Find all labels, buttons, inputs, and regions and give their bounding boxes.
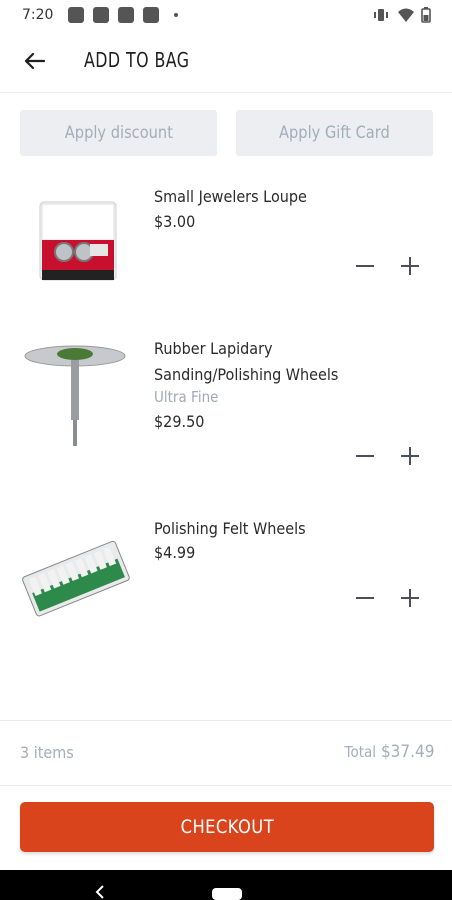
product-name: Polishing Felt Wheels <box>154 519 306 538</box>
total-value: $37.49 <box>380 742 434 762</box>
nav-back-icon[interactable] <box>94 884 106 900</box>
apply-discount-button[interactable]: Apply discount <box>20 110 217 156</box>
apply-gift-card-button[interactable]: Apply Gift Card <box>236 110 433 156</box>
more-notifications-icon <box>174 13 178 17</box>
minus-icon <box>356 265 374 267</box>
increase-quantity-button[interactable] <box>397 585 423 611</box>
vibrate-icon <box>374 9 388 21</box>
battery-icon <box>421 7 431 23</box>
plus-icon <box>401 257 419 275</box>
product-image <box>24 345 126 446</box>
decrease-quantity-button[interactable] <box>352 443 378 469</box>
increase-quantity-button[interactable] <box>397 253 423 279</box>
minus-icon <box>356 597 374 599</box>
nav-home-button[interactable] <box>212 888 242 900</box>
back-button[interactable] <box>14 44 54 78</box>
product-image <box>22 540 130 617</box>
notification-icon <box>143 7 159 23</box>
order-summary: 3 items Total $37.49 <box>0 720 452 786</box>
product-price: $4.99 <box>154 543 196 562</box>
decrease-quantity-button[interactable] <box>352 585 378 611</box>
product-price: $3.00 <box>154 212 196 231</box>
apply-discount-label: Apply discount <box>64 123 173 143</box>
increase-quantity-button[interactable] <box>397 443 423 469</box>
checkout-button[interactable]: CHECKOUT <box>20 802 434 852</box>
notification-icon <box>93 7 109 23</box>
product-variant: Ultra Fine <box>154 388 219 406</box>
product-image <box>39 201 117 281</box>
product-name: Rubber Lapidary Sanding/Polishing Wheels <box>154 339 339 384</box>
product-name: Small Jewelers Loupe <box>154 187 307 206</box>
status-bar: 7:20 <box>0 0 452 30</box>
total-label: Total <box>344 743 376 761</box>
apply-gift-card-label: Apply Gift Card <box>279 123 390 143</box>
system-navigation-bar <box>0 870 452 900</box>
plus-icon <box>401 589 419 607</box>
items-count: 3 items <box>20 743 74 762</box>
wifi-icon <box>398 8 414 22</box>
status-time: 7:20 <box>22 7 54 23</box>
app-bar: ADD TO BAG <box>0 30 452 93</box>
page-title: ADD TO BAG <box>84 48 190 72</box>
notification-icon <box>68 7 84 23</box>
minus-icon <box>356 455 374 457</box>
arrow-left-icon <box>24 52 45 70</box>
product-price: $29.50 <box>154 412 205 431</box>
checkout-label: CHECKOUT <box>180 816 274 838</box>
notification-icon <box>118 7 134 23</box>
decrease-quantity-button[interactable] <box>352 253 378 279</box>
plus-icon <box>401 447 419 465</box>
